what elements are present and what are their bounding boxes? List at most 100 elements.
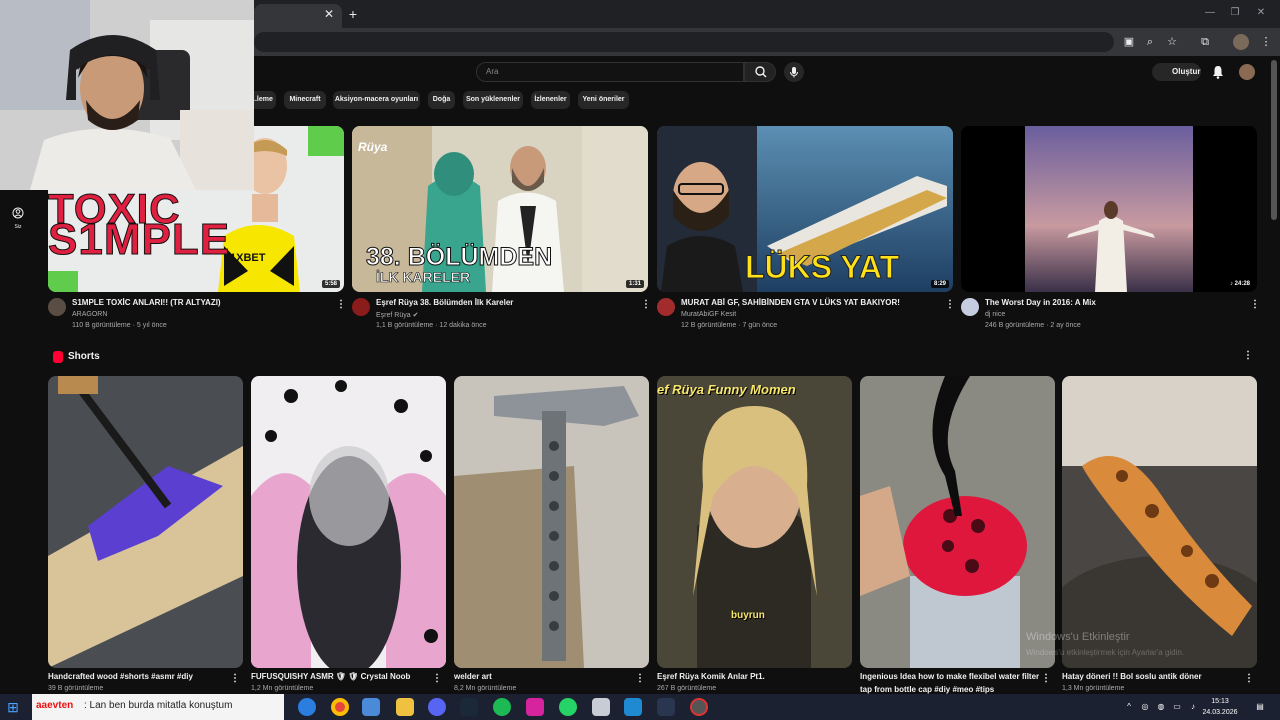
channel-avatar[interactable] [657, 298, 675, 316]
video-menu-icon[interactable]: ⋮ [641, 298, 651, 312]
thumbnail-text: S1MPLE [48, 215, 231, 264]
address-bar[interactable] [254, 32, 1114, 52]
short-menu-icon[interactable]: ⋮ [1244, 673, 1254, 687]
sidebar-item-label: Siz [14, 224, 22, 230]
network-icon[interactable]: ▭ [1172, 702, 1182, 712]
voice-search-button[interactable] [784, 62, 804, 82]
chip-recently-uploaded[interactable]: Son yüklenenler [463, 91, 523, 109]
channel-avatar[interactable] [961, 298, 979, 316]
video-thumbnail[interactable]: Rüya 38. BÖLÜMDEN İLK KARELER 1:31 [352, 126, 648, 292]
chip-new-recommendations[interactable]: Yeni öneriler [578, 91, 629, 109]
create-button[interactable]: Oluştur [1152, 63, 1201, 81]
channel-name[interactable]: Eşref Rüya ✔ [376, 311, 418, 319]
channel-name[interactable]: ARAGORN [72, 311, 107, 318]
volume-icon[interactable]: ♪ [1188, 702, 1198, 712]
page-scrollbar[interactable] [1271, 60, 1277, 220]
obs-icon[interactable] [690, 698, 708, 716]
short-title-line2[interactable]: tap from bottle cap #diy #meo #tips [860, 685, 994, 694]
short-thumbnail[interactable] [454, 376, 649, 668]
sidebar-item-you[interactable]: Siz [6, 206, 30, 230]
restore-icon[interactable]: ❐ [1228, 6, 1242, 20]
zoom-icon[interactable]: ⌕ [1141, 33, 1159, 51]
video-title[interactable]: The Worst Day in 2016: A Mix [985, 298, 1096, 307]
music-note-icon: ♪ [1229, 281, 1233, 287]
notification-center-icon[interactable]: ▤ [1254, 702, 1266, 712]
thumbnail-text: 38. BÖLÜMDEN [365, 243, 553, 271]
edge-icon[interactable] [298, 698, 316, 716]
shorts-section-title: Shorts [68, 351, 100, 362]
browser-profile-avatar[interactable] [1233, 34, 1249, 50]
tray-app-icon-2[interactable]: ◍ [1156, 702, 1166, 712]
chrome-icon[interactable] [331, 698, 349, 716]
spotify-icon[interactable] [493, 698, 511, 716]
short-title[interactable]: Handcrafted wood #shorts #asmr #diy [48, 672, 193, 681]
video-menu-icon[interactable]: ⋮ [1250, 298, 1260, 312]
video-meta: 246 B görüntüleme · 2 ay önce [985, 322, 1081, 329]
tray-app-icon[interactable]: ◎ [1140, 702, 1150, 712]
whatsapp-icon[interactable] [559, 698, 577, 716]
new-tab-button[interactable]: + [345, 5, 361, 23]
verified-icon: ✔ [412, 312, 419, 319]
bookmark-star-icon[interactable]: ☆ [1163, 33, 1181, 51]
short-title[interactable]: Eşref Rüya Komik Anlar Pt1. [657, 672, 765, 681]
chip-action-adventure[interactable]: Aksiyon-macera oyunları [333, 91, 420, 109]
file-explorer-icon[interactable] [396, 698, 414, 716]
tray-chevron-icon[interactable]: ^ [1124, 702, 1134, 712]
short-menu-icon[interactable]: ⋮ [635, 673, 645, 687]
channel-avatar[interactable] [48, 298, 66, 316]
short-thumbnail[interactable]: ef Rüya Funny Momen buyrun [657, 376, 852, 668]
chat-message: : Lan ben burda mitatla konuştum [84, 700, 233, 711]
chip-watched[interactable]: İzlenenler [531, 91, 570, 109]
video-title[interactable]: S1MPLE TOXİC ANLARI!! (TR ALTYAZI) [72, 298, 221, 307]
short-image [454, 376, 649, 668]
short-thumbnail[interactable] [48, 376, 243, 668]
steam-icon[interactable] [460, 698, 478, 716]
short-thumbnail[interactable] [1062, 376, 1257, 668]
channel-avatar[interactable] [352, 298, 370, 316]
minimize-icon[interactable]: — [1203, 6, 1217, 20]
video-thumbnail[interactable]: LÜKS YAT 8:29 [657, 126, 953, 292]
short-title[interactable]: Hatay döneri !! Bol soslu antik döner [1062, 672, 1202, 681]
instagram-icon[interactable] [526, 698, 544, 716]
video-duration: 5:58 [321, 280, 340, 288]
chip-nature[interactable]: Doğa [428, 91, 455, 109]
webcam-image [0, 0, 254, 190]
mail-icon[interactable] [362, 698, 380, 716]
vscode-icon[interactable] [624, 698, 642, 716]
browser-menu-icon[interactable]: ⋮ [1257, 33, 1275, 51]
chat-username: aaevten [36, 700, 74, 711]
app-icon[interactable] [657, 698, 675, 716]
notifications-button[interactable] [1210, 64, 1226, 80]
short-menu-icon[interactable]: ⋮ [432, 673, 442, 687]
close-tab-icon[interactable]: ✕ [322, 6, 336, 22]
short-menu-icon[interactable]: ⋮ [1041, 673, 1051, 687]
close-window-icon[interactable]: ✕ [1254, 6, 1268, 20]
video-menu-icon[interactable]: ⋮ [336, 298, 346, 312]
search-input[interactable]: Ara [476, 62, 744, 82]
extensions-icon[interactable]: ⧉ [1196, 33, 1214, 51]
short-title[interactable]: Ingenious Idea how to make flexibel wate… [860, 672, 1039, 681]
short-title[interactable]: FUFUSQUISHY ASMR 🛡 🛡 Crystal Noob [251, 672, 410, 681]
video-title[interactable]: MURAT ABİ GF, SAHİBİNDEN GTA V LÜKS YAT … [681, 298, 900, 307]
channel-name[interactable]: dj nice [985, 311, 1005, 318]
start-button-icon[interactable]: ⊞ [4, 698, 22, 716]
short-menu-icon[interactable]: ⋮ [230, 673, 240, 687]
short-thumbnail[interactable] [860, 376, 1055, 668]
short-overlay-text: ef Rüya Funny Momen [657, 382, 796, 397]
chip-minecraft[interactable]: Minecraft [284, 91, 326, 109]
cast-icon[interactable]: ▣ [1120, 33, 1138, 51]
taskbar-clock[interactable]: 15:13 24.03.2026 [1200, 696, 1240, 718]
video-menu-icon[interactable]: ⋮ [945, 298, 955, 312]
short-title[interactable]: welder art [454, 672, 492, 681]
channel-name[interactable]: MuratAbiGF Kesit [681, 311, 736, 318]
shorts-menu-icon[interactable]: ⋮ [1243, 350, 1253, 364]
video-title[interactable]: Eşref Rüya 38. Bölümden İlk Kareler [376, 298, 513, 307]
channel-name-text: Eşref Rüya [376, 312, 411, 319]
video-duration: 1:31 [625, 280, 644, 288]
video-thumbnail[interactable]: ♪ 24:28 [961, 126, 1257, 292]
search-button[interactable] [744, 62, 776, 82]
discord-icon[interactable] [428, 698, 446, 716]
short-thumbnail[interactable] [251, 376, 446, 668]
document-icon[interactable] [592, 698, 610, 716]
account-avatar[interactable] [1239, 64, 1255, 80]
